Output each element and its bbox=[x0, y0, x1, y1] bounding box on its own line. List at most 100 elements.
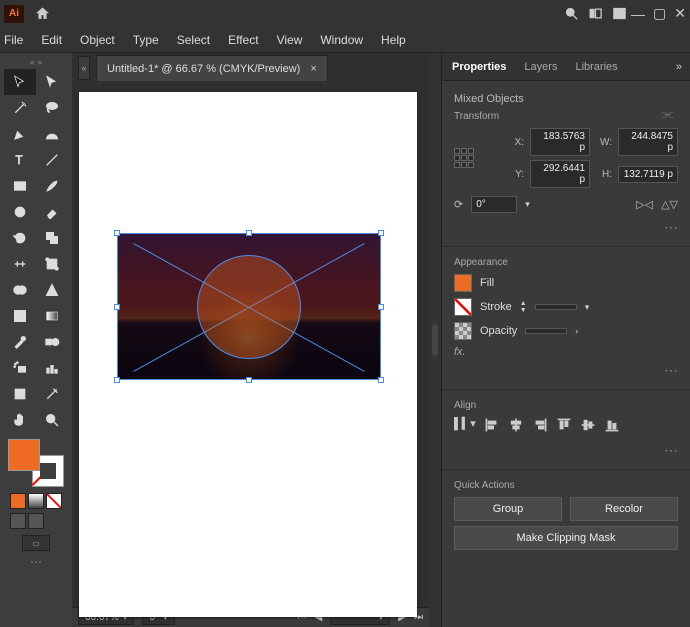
maximize-icon[interactable]: ▢ bbox=[653, 5, 666, 22]
draw-mode-normal[interactable] bbox=[10, 513, 26, 529]
home-icon[interactable] bbox=[30, 2, 54, 26]
tool-shape-builder[interactable] bbox=[4, 277, 36, 303]
tool-width[interactable] bbox=[4, 251, 36, 277]
fill-color-chip[interactable] bbox=[454, 274, 472, 292]
stroke-color-chip[interactable] bbox=[454, 298, 472, 316]
tool-mesh[interactable] bbox=[4, 303, 36, 329]
menu-type[interactable]: Type bbox=[133, 33, 159, 47]
recolor-button[interactable]: Recolor bbox=[570, 497, 678, 521]
tool-gradient[interactable] bbox=[36, 303, 68, 329]
menu-view[interactable]: View bbox=[277, 33, 303, 47]
tool-curvature[interactable] bbox=[36, 121, 68, 147]
link-wh-icon[interactable]: ⫘ bbox=[661, 105, 674, 122]
tool-paintbrush[interactable] bbox=[36, 173, 68, 199]
minimize-icon[interactable]: — bbox=[631, 6, 645, 22]
tab-layers[interactable]: Layers bbox=[524, 61, 557, 73]
align-more-icon[interactable]: ⋯ bbox=[454, 442, 678, 459]
color-mode-solid[interactable] bbox=[10, 493, 26, 509]
tool-eraser[interactable] bbox=[36, 199, 68, 225]
tool-type[interactable]: T bbox=[4, 147, 36, 173]
tool-artboard[interactable] bbox=[4, 381, 36, 407]
input-x[interactable]: 183.5763 p bbox=[530, 128, 590, 156]
tool-free-transform[interactable] bbox=[36, 251, 68, 277]
align-hcenter-icon[interactable] bbox=[508, 417, 524, 436]
close-icon[interactable]: ✕ bbox=[674, 5, 686, 22]
flip-horizontal-icon[interactable]: ▷◁ bbox=[636, 198, 653, 211]
align-vcenter-icon[interactable] bbox=[580, 417, 596, 436]
tool-zoom[interactable] bbox=[36, 407, 68, 433]
rotation-dropdown-icon[interactable]: ▾ bbox=[525, 199, 530, 210]
input-rotation[interactable]: 0° bbox=[471, 196, 517, 213]
document-tab[interactable]: Untitled-1* @ 66.67 % (CMYK/Preview) × bbox=[96, 55, 328, 81]
tool-eyedropper[interactable] bbox=[4, 329, 36, 355]
appearance-heading: Appearance bbox=[454, 257, 678, 268]
menu-help[interactable]: Help bbox=[381, 33, 406, 47]
tool-rotate[interactable] bbox=[4, 225, 36, 251]
opacity-input[interactable] bbox=[525, 328, 567, 334]
menu-window[interactable]: Window bbox=[320, 33, 363, 47]
circle-object[interactable] bbox=[197, 255, 301, 359]
reference-point[interactable] bbox=[454, 148, 506, 168]
menu-object[interactable]: Object bbox=[80, 33, 115, 47]
fill-swatch[interactable] bbox=[8, 439, 40, 471]
artboard[interactable] bbox=[79, 92, 417, 617]
menu-effect[interactable]: Effect bbox=[228, 33, 258, 47]
stroke-weight-dropdown-icon[interactable]: ▾ bbox=[585, 302, 590, 313]
appearance-more-icon[interactable]: ⋯ bbox=[454, 362, 678, 379]
tool-hand[interactable] bbox=[4, 407, 36, 433]
search-icon[interactable] bbox=[559, 2, 583, 26]
placed-image[interactable] bbox=[117, 233, 381, 380]
tool-selection[interactable] bbox=[4, 69, 36, 95]
toolbar-collapse-icon[interactable]: « » bbox=[0, 57, 72, 67]
align-to-icon[interactable]: ▌▍▾ bbox=[454, 417, 476, 436]
panel-gutter[interactable] bbox=[429, 53, 441, 627]
transform-more-icon[interactable]: ⋯ bbox=[454, 219, 678, 236]
input-w[interactable]: 244.8475 p bbox=[618, 128, 678, 156]
toolbar-collapse-toggle[interactable]: « bbox=[78, 56, 90, 80]
opacity-more-icon[interactable]: › bbox=[575, 326, 578, 336]
group-button[interactable]: Group bbox=[454, 497, 562, 521]
stroke-weight-input[interactable] bbox=[535, 304, 577, 310]
tool-line[interactable] bbox=[36, 147, 68, 173]
menu-select[interactable]: Select bbox=[177, 33, 210, 47]
input-h[interactable]: 132.7119 p bbox=[618, 166, 678, 183]
align-right-icon[interactable] bbox=[532, 417, 548, 436]
tool-column-graph[interactable] bbox=[36, 355, 68, 381]
arrange-docs-icon[interactable] bbox=[607, 2, 631, 26]
close-tab-icon[interactable]: × bbox=[310, 63, 316, 75]
panel-resize-handle[interactable] bbox=[432, 324, 438, 356]
tool-symbol-sprayer[interactable] bbox=[4, 355, 36, 381]
menu-file[interactable]: File bbox=[4, 33, 23, 47]
tool-blend[interactable] bbox=[36, 329, 68, 355]
draw-mode-behind[interactable] bbox=[28, 513, 44, 529]
align-top-icon[interactable] bbox=[556, 417, 572, 436]
fill-stroke-swatch[interactable] bbox=[8, 439, 64, 487]
screen-mode-toggle[interactable]: ▭ bbox=[22, 535, 50, 551]
panel-collapse-icon[interactable]: » bbox=[676, 61, 682, 73]
tool-perspective[interactable] bbox=[36, 277, 68, 303]
tool-rectangle[interactable] bbox=[4, 173, 36, 199]
color-mode-none[interactable] bbox=[46, 493, 62, 509]
stroke-weight-stepper[interactable]: ▲▼ bbox=[520, 301, 527, 314]
tool-shaper[interactable] bbox=[4, 199, 36, 225]
tool-slice[interactable] bbox=[36, 381, 68, 407]
tab-properties[interactable]: Properties bbox=[452, 61, 506, 73]
menu-edit[interactable]: Edit bbox=[41, 33, 62, 47]
tool-direct-selection[interactable] bbox=[36, 69, 68, 95]
tool-pen[interactable] bbox=[4, 121, 36, 147]
flip-vertical-icon[interactable]: △▽ bbox=[661, 198, 678, 211]
tool-scale[interactable] bbox=[36, 225, 68, 251]
align-left-icon[interactable] bbox=[484, 417, 500, 436]
tool-lasso[interactable] bbox=[36, 95, 68, 121]
edit-toolbar-icon[interactable]: ⋯ bbox=[30, 555, 42, 569]
align-bottom-icon[interactable] bbox=[604, 417, 620, 436]
fx-label[interactable]: fx. bbox=[454, 346, 678, 358]
color-mode-gradient[interactable] bbox=[28, 493, 44, 509]
opacity-chip[interactable] bbox=[454, 322, 472, 340]
workspace-switcher-icon[interactable] bbox=[583, 2, 607, 26]
tool-magic-wand[interactable] bbox=[4, 95, 36, 121]
input-y[interactable]: 292.6441 p bbox=[530, 160, 590, 188]
canvas[interactable] bbox=[74, 89, 421, 607]
make-clipping-mask-button[interactable]: Make Clipping Mask bbox=[454, 526, 678, 550]
tab-libraries[interactable]: Libraries bbox=[575, 61, 617, 73]
